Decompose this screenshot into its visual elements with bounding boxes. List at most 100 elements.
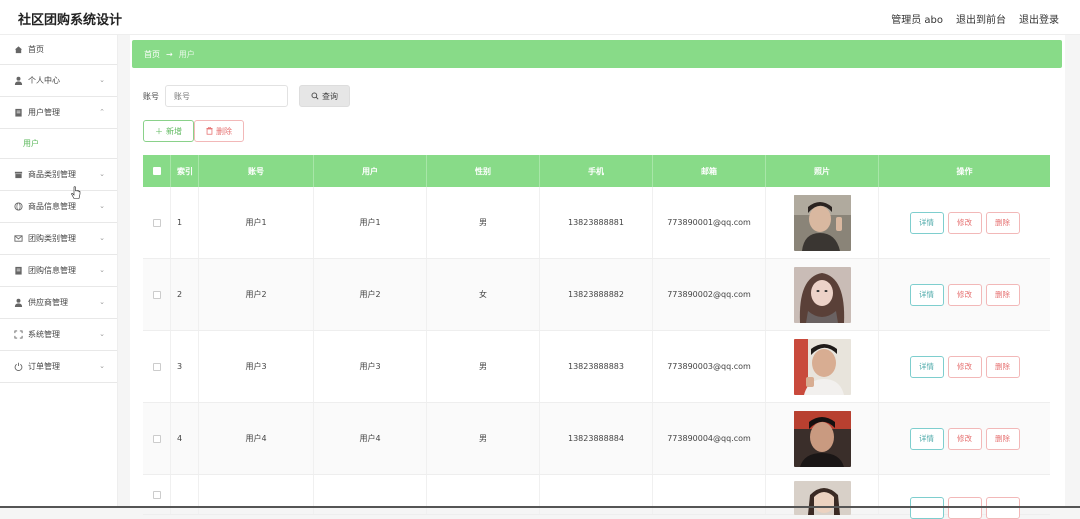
- edit-button[interactable]: 修改: [947, 355, 982, 378]
- home-icon: [13, 45, 23, 55]
- store-icon: [13, 170, 23, 180]
- user-table: 索引 账号 用户 性别 手机 邮箱 照片 操作 1 用户1 用户1 男 1382…: [143, 155, 1050, 519]
- row-checkbox[interactable]: [152, 434, 161, 443]
- table-row: 2 用户2 用户2 女 13823888882 773890002@qq.com…: [143, 259, 1050, 331]
- header-photo[interactable]: 照片: [766, 155, 879, 187]
- breadcrumb: 首页 → 用户: [132, 40, 1062, 68]
- cell-gender: 男: [427, 187, 540, 258]
- search-label: 账号: [143, 91, 159, 101]
- delete-button[interactable]: 删除: [985, 355, 1020, 378]
- add-button[interactable]: ＋ 新增: [143, 120, 194, 142]
- edit-button[interactable]: 修改: [947, 283, 982, 306]
- user-photo[interactable]: [793, 338, 851, 395]
- admin-label: 管理员 abo: [891, 15, 943, 26]
- edit-button[interactable]: 修改: [947, 211, 982, 234]
- delete-button[interactable]: [985, 497, 1020, 519]
- sidebar-subitem-users[interactable]: 用户: [0, 129, 117, 159]
- chevron-up-icon: ⌃: [99, 108, 105, 116]
- user-photo[interactable]: [793, 481, 851, 515]
- delete-button[interactable]: 删除: [985, 283, 1020, 306]
- sidebar-item-orders[interactable]: 订单管理 ⌄: [0, 351, 117, 383]
- table-header: 索引 账号 用户 性别 手机 邮箱 照片 操作: [143, 155, 1050, 187]
- header-phone[interactable]: 手机: [540, 155, 653, 187]
- detail-button[interactable]: 详情: [909, 211, 944, 234]
- breadcrumb-current: 用户: [178, 49, 195, 59]
- logout-link[interactable]: 退出登录: [1019, 11, 1059, 26]
- cell-account: 用户2: [199, 259, 314, 330]
- sidebar-item-group-category[interactable]: 团购类别管理 ⌄: [0, 223, 117, 255]
- top-bar: 社区团购系统设计 管理员 abo 退出到前台 退出登录: [0, 0, 1080, 35]
- sidebar-item-label: 系统管理: [28, 330, 60, 339]
- sidebar-item-supplier[interactable]: 供应商管理 ⌄: [0, 287, 117, 319]
- edit-button[interactable]: [947, 497, 982, 519]
- select-all-checkbox[interactable]: [152, 167, 161, 175]
- header-email[interactable]: 邮箱: [653, 155, 766, 187]
- delete-button[interactable]: 删除: [985, 427, 1020, 450]
- search-button[interactable]: 查询: [299, 85, 350, 107]
- sidebar-item-label: 用户管理: [28, 108, 60, 117]
- sidebar-item-product-category[interactable]: 商品类别管理 ⌄: [0, 159, 117, 191]
- header-gender[interactable]: 性别: [427, 155, 540, 187]
- detail-button[interactable]: [909, 497, 944, 519]
- mouse-cursor-icon: [71, 186, 81, 199]
- cell-phone: 13823888882: [540, 259, 653, 330]
- breadcrumb-home-link[interactable]: 首页: [144, 49, 160, 60]
- row-checkbox[interactable]: [152, 490, 161, 499]
- delete-button[interactable]: 删除: [985, 211, 1020, 234]
- row-checkbox[interactable]: [152, 290, 161, 299]
- user-icon: [13, 298, 23, 308]
- cell-email: 773890002@qq.com: [653, 259, 766, 330]
- breadcrumb-arrow: →: [166, 49, 173, 59]
- cell-index: 2: [171, 259, 199, 330]
- sidebar-item-profile[interactable]: 个人中心 ⌄: [0, 65, 117, 97]
- sidebar-item-label: 个人中心: [28, 76, 60, 85]
- account-search-input[interactable]: [165, 85, 288, 107]
- clipboard-icon: [13, 108, 23, 118]
- cell-user: 用户1: [314, 187, 427, 258]
- expand-icon: [13, 330, 23, 340]
- detail-button[interactable]: 详情: [909, 283, 944, 306]
- batch-delete-label: 删除: [216, 126, 232, 136]
- batch-delete-button[interactable]: 删除: [194, 120, 244, 142]
- mail-icon: [13, 234, 23, 244]
- sidebar-item-system[interactable]: 系统管理 ⌄: [0, 319, 117, 351]
- sidebar-item-group-info[interactable]: 团购信息管理 ⌄: [0, 255, 117, 287]
- user-photo[interactable]: [793, 194, 851, 251]
- user-photo[interactable]: [793, 410, 851, 467]
- table-row: [143, 475, 1050, 519]
- user-icon: [13, 76, 23, 86]
- row-checkbox[interactable]: [152, 362, 161, 371]
- header-index: 索引: [171, 155, 199, 187]
- chevron-down-icon: ⌄: [99, 298, 105, 306]
- cell-index: 3: [171, 331, 199, 402]
- sidebar-item-label: 商品信息管理: [28, 202, 76, 211]
- edit-button[interactable]: 修改: [947, 427, 982, 450]
- detail-button[interactable]: 详情: [909, 427, 944, 450]
- sidebar-item-label: 首页: [28, 45, 44, 54]
- user-photo[interactable]: [793, 266, 851, 323]
- row-checkbox[interactable]: [152, 218, 161, 227]
- chevron-down-icon: ⌄: [99, 76, 105, 84]
- chevron-down-icon: ⌄: [99, 266, 105, 274]
- plus-icon: ＋: [155, 126, 163, 136]
- exit-to-front-link[interactable]: 退出到前台: [956, 11, 1006, 26]
- sidebar-item-user-management[interactable]: 用户管理 ⌃: [0, 97, 117, 129]
- cell-user: 用户2: [314, 259, 427, 330]
- header-user[interactable]: 用户: [314, 155, 427, 187]
- main-content: 首页 → 用户 账号 查询 ＋ 新增 删除 索引 账号 用户 性别 手机 邮箱: [130, 35, 1065, 519]
- sidebar-item-label: 团购类别管理: [28, 234, 76, 243]
- cell-email: 773890001@qq.com: [653, 187, 766, 258]
- table-row: 4 用户4 用户4 男 13823888884 773890004@qq.com…: [143, 403, 1050, 475]
- sidebar-item-product-info[interactable]: 商品信息管理 ⌄: [0, 191, 117, 223]
- cell-gender: 男: [427, 331, 540, 402]
- power-icon: [13, 362, 23, 372]
- sidebar-item-home[interactable]: 首页: [0, 35, 117, 65]
- chevron-down-icon: ⌄: [99, 330, 105, 338]
- header-ops: 操作: [956, 166, 973, 176]
- cell-index: 4: [171, 403, 199, 474]
- detail-button[interactable]: 详情: [909, 355, 944, 378]
- cell-email: 773890003@qq.com: [653, 331, 766, 402]
- header-account[interactable]: 账号: [199, 155, 314, 187]
- add-button-label: 新增: [166, 126, 182, 136]
- trash-icon: [206, 127, 213, 135]
